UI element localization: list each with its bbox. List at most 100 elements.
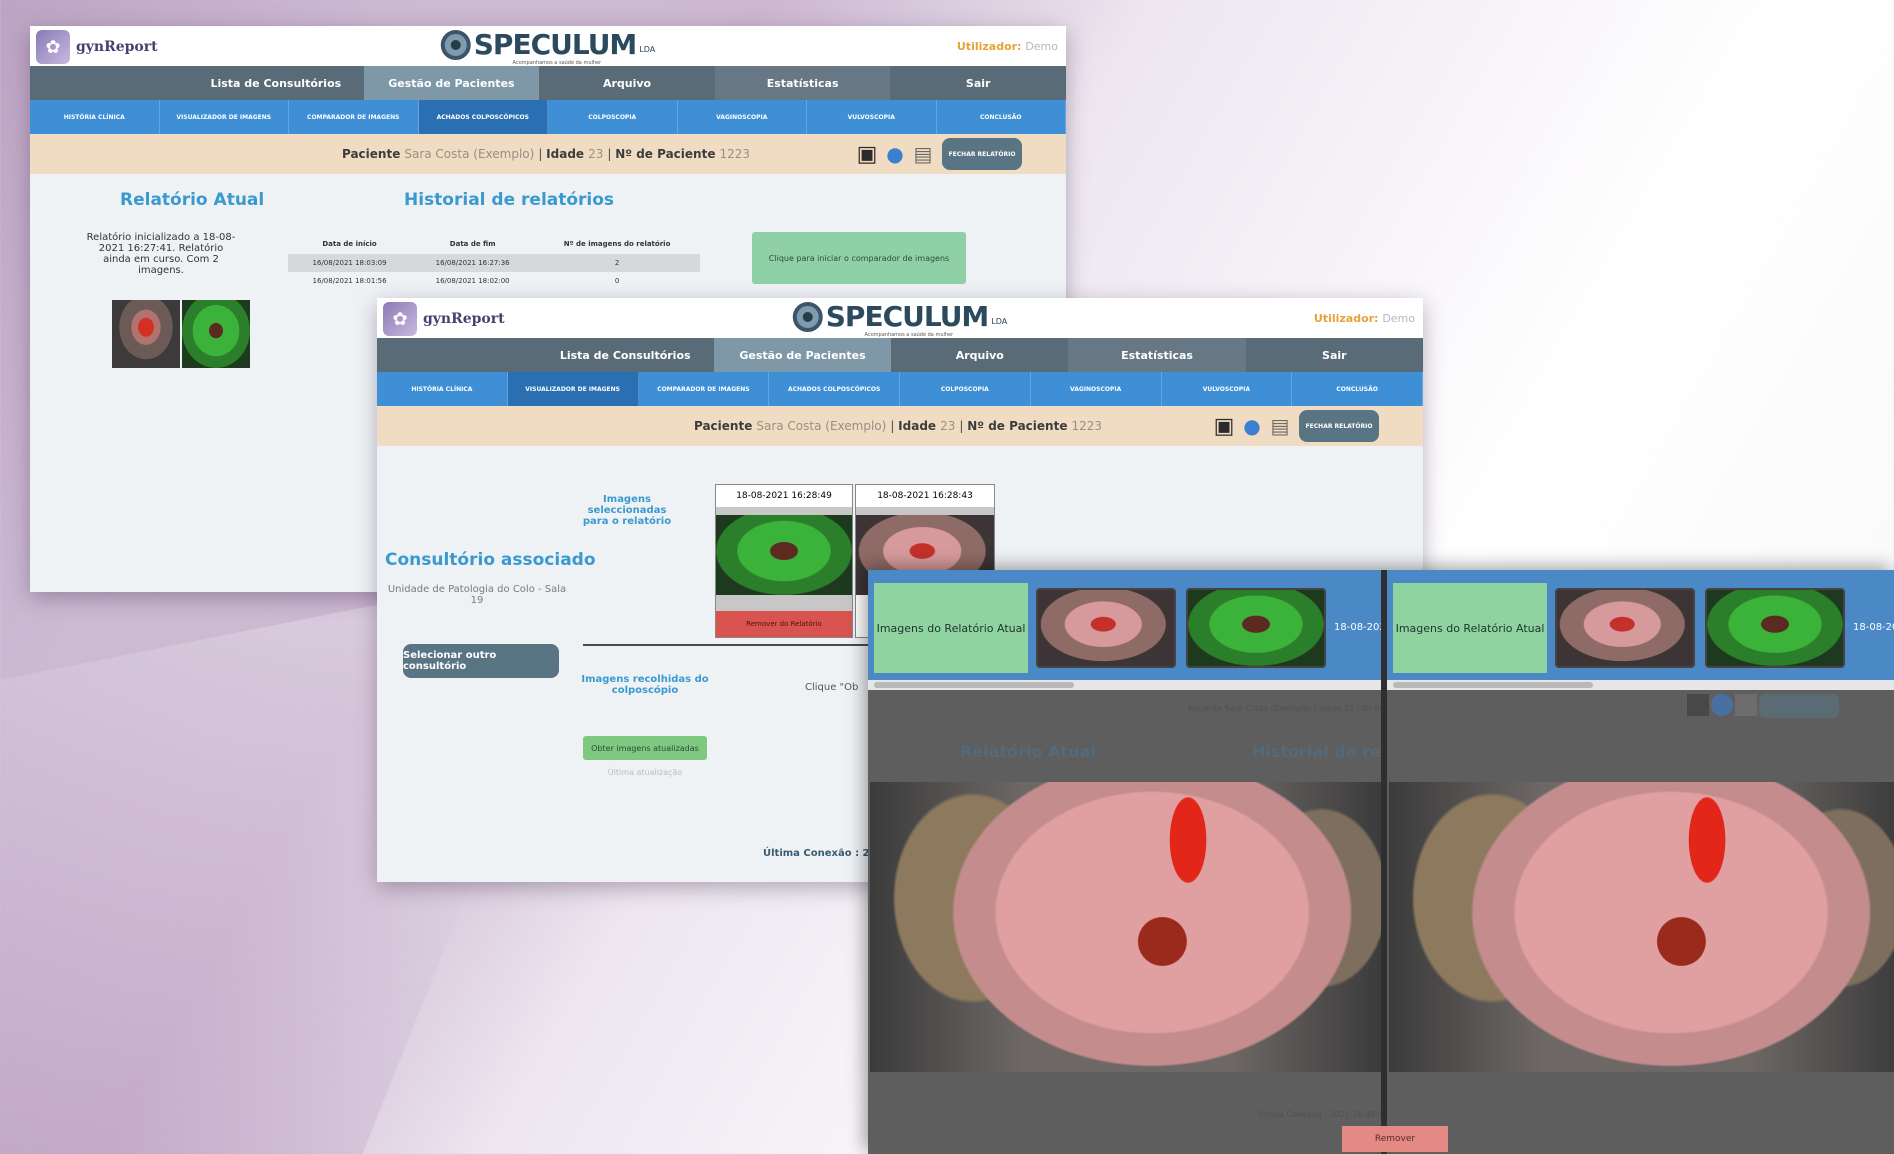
nav-consultorios[interactable]: Lista de Consultórios <box>188 66 364 100</box>
nav-gestao-pacientes[interactable]: Gestão de Pacientes <box>713 338 892 372</box>
comparison-image-right[interactable] <box>1389 782 1894 1072</box>
subnav-achados[interactable]: Achados Colposcópicos <box>418 100 548 134</box>
age-label: Idade <box>546 147 585 161</box>
patient-label: Paciente <box>693 419 753 433</box>
patient-age: 23 <box>940 419 956 433</box>
speculum-logo: SPECULUM LDA <box>440 28 655 61</box>
selected-image[interactable] <box>716 515 852 595</box>
strip-image[interactable] <box>1555 588 1695 668</box>
last-update-text: Última atualização <box>607 768 683 777</box>
print-icon[interactable]: ▤ <box>910 140 936 168</box>
close-report-button[interactable]: FECHAR RELATÓRIO <box>942 138 1022 170</box>
nav-estatisticas[interactable]: Estatísticas <box>714 66 891 100</box>
horizontal-scrollbar[interactable] <box>868 680 1381 690</box>
user-name: Demo <box>1025 40 1058 53</box>
subnav-vulvoscopia[interactable]: Vulvoscopia <box>807 100 937 134</box>
close-report-button[interactable]: FECHAR RELATÓRIO <box>1299 410 1379 442</box>
strip-image[interactable] <box>1705 588 1845 668</box>
patient-age: 23 <box>588 147 604 161</box>
strip-date: 18-08-2021 <box>1853 622 1894 633</box>
history-title: Historial de relatórios <box>404 190 615 210</box>
nav-arquivo[interactable]: Arquivo <box>891 338 1068 372</box>
ghost-patient-bar: Paciente Sara Costa (Exemplo) | Idade 23… <box>1188 704 1381 713</box>
patient-label: Paciente <box>341 147 401 161</box>
subnav-historia[interactable]: História Clínica <box>377 372 508 406</box>
user-indicator: Utilizador: Demo <box>1314 312 1415 325</box>
nav-sair[interactable]: Sair <box>1246 338 1423 372</box>
logo-text: gynReport <box>76 39 158 55</box>
history-col-start: Data de início <box>322 240 377 248</box>
ghost-current-title: Relatório Atual <box>960 742 1096 761</box>
image-timestamp: 18-08-2021 16:28:49 <box>736 491 832 501</box>
report-image-thumb[interactable] <box>112 300 180 368</box>
ghost-tools <box>1687 694 1839 718</box>
user-icon <box>1711 694 1733 716</box>
app-logo: ✿ gynReport <box>383 302 505 336</box>
scrollbar-thumb[interactable] <box>874 682 1074 688</box>
strip-label: Imagens do Relatório Atual <box>1393 583 1547 673</box>
subnav-vaginoscopia[interactable]: Vaginoscopia <box>678 100 807 134</box>
comparison-image-left[interactable] <box>870 782 1381 1072</box>
subnav-vulvoscopia[interactable]: Vulvoscopia <box>1162 372 1293 406</box>
strip-image[interactable] <box>1186 588 1326 668</box>
start-comparator-button[interactable]: Clique para iniciar o comparador de imag… <box>752 232 966 284</box>
table-cell: 16/08/2021 18:02:00 <box>435 277 510 285</box>
image-timestamp: 18-08-2021 16:28:43 <box>877 491 973 501</box>
associated-office-name: Unidade de Patologia do Colo - Sala 19 <box>387 584 567 606</box>
nav-consultorios[interactable]: Lista de Consultórios <box>537 338 714 372</box>
last-connection-text: Última Conexão : 2 <box>763 848 870 859</box>
nav-gestao-pacientes[interactable]: Gestão de Pacientes <box>363 66 540 100</box>
get-updated-images-button[interactable]: Obter imagens atualizadas <box>583 736 707 760</box>
sub-nav: História Clínica Visualizador de Imagens… <box>377 372 1423 406</box>
patient-name: Sara Costa (Exemplo) <box>404 147 535 161</box>
subnav-vaginoscopia[interactable]: Vaginoscopia <box>1031 372 1162 406</box>
subnav-achados[interactable]: Achados Colposcópicos <box>769 372 900 406</box>
history-table: Data de início Data de fim Nº de imagens… <box>288 234 700 290</box>
subnav-colposcopia[interactable]: Colposcopia <box>900 372 1031 406</box>
top-bar: ✿ gynReport SPECULUM LDA Acompanhamos a … <box>377 298 1423 338</box>
ghost-history-title: Historial de relatórios <box>1252 742 1381 761</box>
horizontal-scrollbar[interactable] <box>1387 680 1894 690</box>
nav-arquivo[interactable]: Arquivo <box>539 66 715 100</box>
scrollbar-thumb[interactable] <box>1393 682 1593 688</box>
user-icon[interactable]: ● <box>882 140 908 168</box>
table-cell: 16/08/2021 18:01:56 <box>312 277 387 285</box>
nav-estatisticas[interactable]: Estatísticas <box>1068 338 1246 372</box>
subnav-conclusao[interactable]: Conclusão <box>937 100 1066 134</box>
selected-image-card[interactable]: 18-08-2021 16:28:49 Remover do Relatório <box>715 484 853 638</box>
current-report-text: Relatório inicializado a 18-08-2021 16:2… <box>86 232 236 276</box>
subnav-comparador[interactable]: Comparador de Imagens <box>289 100 419 134</box>
speculum-eye-icon <box>792 301 823 332</box>
remove-from-report-button[interactable]: Remover do Relatório <box>716 611 852 637</box>
table-row[interactable]: 16/08/2021 18:01:56 16/08/2021 18:02:00 … <box>288 272 700 290</box>
select-other-office-button[interactable]: Selecionar outro consultório <box>403 644 559 678</box>
patient-number: 1223 <box>719 147 750 161</box>
subnav-colposcopia[interactable]: Colposcopia <box>548 100 678 134</box>
history-header-row: Data de início Data de fim Nº de imagens… <box>288 234 700 254</box>
save-icon[interactable]: ▣ <box>854 140 880 168</box>
print-icon[interactable]: ▤ <box>1267 412 1293 440</box>
save-icon[interactable]: ▣ <box>1211 412 1237 440</box>
brand-tagline: Acompanhamos a saúde da mulher <box>864 332 954 338</box>
subnav-conclusao[interactable]: Conclusão <box>1292 372 1423 406</box>
user-icon[interactable]: ● <box>1239 412 1265 440</box>
table-row[interactable]: 16/08/2021 18:03:09 16/08/2021 16:27:36 … <box>288 254 700 272</box>
history-col-end: Data de fim <box>449 240 496 248</box>
brand-text: SPECULUM <box>825 300 990 333</box>
subnav-visualizador[interactable]: Visualizador de Imagens <box>160 100 289 134</box>
comparator-pane-left: Imagens do Relatório Atual 18-08-2021 Re… <box>868 570 1381 1154</box>
strip-image[interactable] <box>1036 588 1176 668</box>
main-nav: Lista de Consultórios Gestão de Paciente… <box>377 338 1423 372</box>
nav-sair[interactable]: Sair <box>890 66 1066 100</box>
subnav-historia[interactable]: História Clínica <box>30 100 160 134</box>
patient-bar: Paciente Sara Costa (Exemplo) | Idade 23 |… <box>30 134 1066 174</box>
remove-button[interactable]: Remover <box>1342 1126 1448 1152</box>
subnav-visualizador[interactable]: Visualizador de Imagens <box>507 372 639 406</box>
report-image-thumb[interactable] <box>182 300 250 368</box>
user-label: Utilizador: <box>1313 312 1379 325</box>
patient-bar: Paciente Sara Costa (Exemplo) | Idade 23 |… <box>377 406 1423 446</box>
user-label: Utilizador: <box>956 40 1022 53</box>
associated-office-title: Consultório associado <box>385 550 596 570</box>
subnav-comparador[interactable]: Comparador de Imagens <box>639 372 770 406</box>
